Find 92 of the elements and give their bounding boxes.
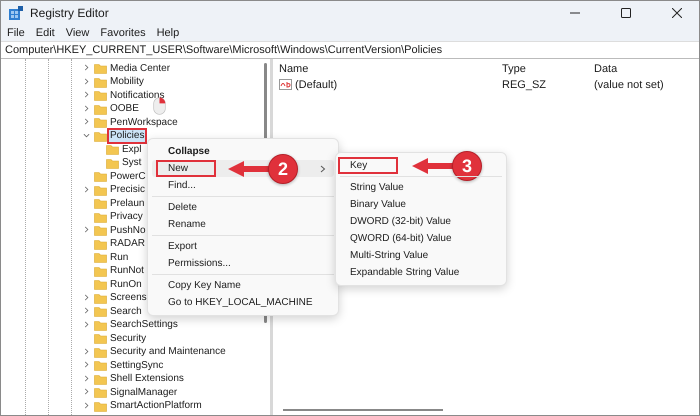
tree-item[interactable]: Shell Extensions [109,373,185,386]
menu-item[interactable]: Key [340,159,396,172]
menu-item[interactable]: Permissions... [158,257,241,270]
folder-icon [94,400,107,412]
tree-item[interactable]: Run [109,252,130,264]
folder-icon [94,320,107,331]
close-icon[interactable] [672,8,682,18]
folder-icon [94,306,107,318]
maximize-icon[interactable] [621,8,631,18]
folder-icon [94,130,107,142]
tree-item[interactable]: OOBE [109,103,140,116]
menu-bar-item[interactable]: Favorites [100,27,146,39]
folder-icon [106,158,119,169]
folder-icon [94,76,107,88]
tree-item[interactable]: PenWorkspace [109,116,179,129]
folder-icon [106,144,119,156]
folder-icon [94,117,107,128]
menu-item[interactable]: Collapse [158,145,220,158]
folder-icon [94,198,107,210]
tree-item[interactable]: Notifications [109,90,166,102]
menu-item[interactable]: DWORD (32-bit) Value [340,215,461,228]
tree-item[interactable]: SignalManager [109,386,178,399]
step-number: 2 [268,154,298,184]
menu-item[interactable]: Binary Value [340,198,416,211]
folder-icon [94,171,107,182]
tree-item[interactable]: SettingSync [109,360,164,372]
folder-icon [94,279,107,290]
folder-icon [94,104,107,115]
tree-item[interactable]: SearchSettings [109,319,179,332]
tree-item[interactable]: Privacy [109,211,144,224]
tree-item[interactable]: PowerC [109,170,147,183]
chevron-down-icon[interactable] [83,132,90,139]
folder-icon [94,252,107,264]
window-title: Registry Editor [30,6,110,20]
tree-item[interactable]: Media Center [109,62,172,75]
menu-item[interactable]: New [158,162,214,175]
scrollbar-thumb[interactable] [283,409,443,411]
address-bar[interactable]: Computer\HKEY_CURRENT_USER\Software\Microsoft\Windows\CurrentVersion\Policies [1,41,699,59]
menu-bar-item[interactable]: View [66,27,90,39]
tree-item[interactable]: Syst [121,157,142,170]
folder-icon [94,63,107,74]
tree-item[interactable]: RunNot [109,265,145,278]
tree-item[interactable]: Screens [109,292,148,304]
column-header[interactable]: Type [502,63,594,77]
tree-item[interactable]: Security and Maintenance [109,346,227,358]
menu-bar-item[interactable]: File [7,27,25,39]
tree-item[interactable]: PushNo [109,224,147,237]
value-type: REG_SZ [502,78,548,90]
menu-item[interactable]: Go to HKEY_LOCAL_MACHINE [158,296,322,309]
value-name: (Default) [295,78,338,90]
tree-item[interactable]: RADAR [109,238,146,250]
folder-icon [94,184,107,196]
menu-item[interactable]: Expandable String Value [340,266,470,279]
tree-item[interactable]: Precisic [109,184,146,196]
tree-item[interactable]: Prelaun [109,198,146,210]
chevron-right-icon[interactable] [83,226,90,234]
menu-item[interactable]: String Value [340,181,414,194]
column-header[interactable]: Data [594,63,699,77]
folder-icon [94,374,107,385]
menu-item[interactable]: Rename [158,218,216,231]
tree-item[interactable]: Policies [109,130,146,142]
menu-item[interactable]: Export [158,240,207,253]
folder-icon [94,333,107,344]
folder-icon [94,360,107,372]
tree-item[interactable]: Security [109,332,148,345]
folder-icon [94,90,107,102]
menu-item[interactable]: Find... [158,179,206,192]
app-icon [9,6,23,20]
menu-bar-item[interactable]: Edit [36,27,55,39]
tree-item[interactable]: SmartActionPlatform [109,400,203,412]
folder-icon [94,225,107,236]
folder-icon [94,387,107,398]
string-value-icon [279,79,292,90]
menu-item[interactable]: Delete [158,201,207,214]
tree-item[interactable]: Mobility [109,76,145,88]
folder-icon [94,238,107,250]
column-header[interactable]: Name [279,63,502,77]
chevron-right-icon[interactable] [83,186,90,193]
folder-icon [94,266,107,277]
tree-item[interactable]: RunOn [109,278,143,291]
tree-item[interactable]: Search [109,306,143,318]
value-data: (value not set) [594,78,665,90]
folder-icon [94,346,107,358]
menu-item[interactable]: Multi-String Value [340,249,438,262]
step-number: 3 [452,151,482,181]
menu-item[interactable]: QWORD (64-bit) Value [340,232,462,245]
menu-item[interactable]: Copy Key Name [158,279,251,292]
tree-item[interactable]: Expl [121,144,142,156]
menu-bar-item[interactable]: Help [156,27,180,39]
folder-icon [94,292,107,304]
mouse-icon [153,97,166,115]
folder-icon [94,212,107,223]
